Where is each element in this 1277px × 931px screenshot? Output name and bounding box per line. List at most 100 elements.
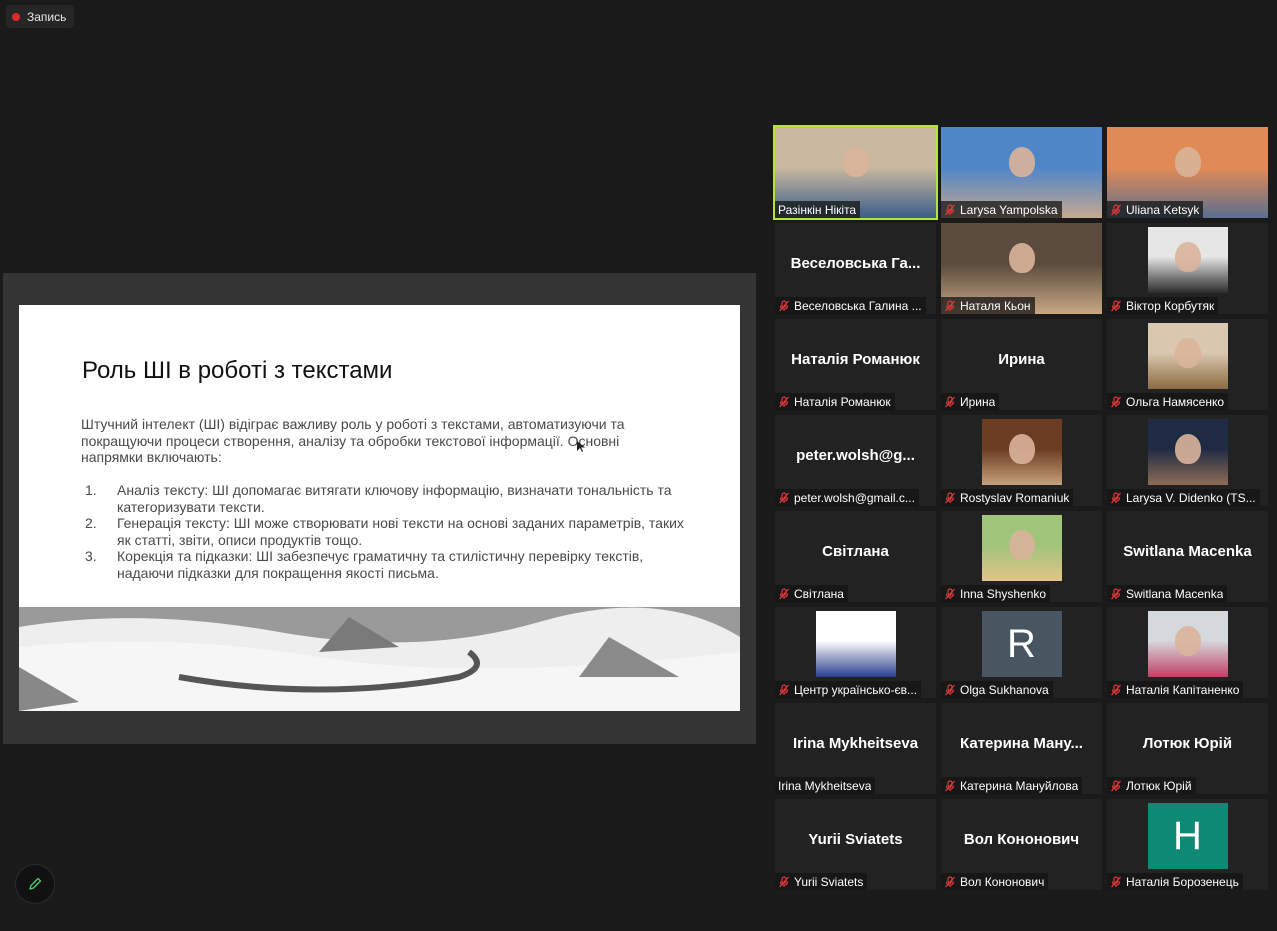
participant-tile[interactable]: Світлана Світлана [775,511,936,602]
participant-name-label: Вол Кононович [941,873,1049,890]
participant-tile[interactable]: Inna Shyshenko [941,511,1102,602]
participant-tile[interactable]: Rostyslav Romaniuk [941,415,1102,506]
participant-display-name: Irina Mykheitseva [792,735,919,752]
participant-tile[interactable]: Uliana Ketsyk [1107,127,1268,218]
participant-tile[interactable]: H Наталія Борозенець [1107,799,1268,890]
presentation-slide: Роль ШІ в роботі з текстами Штучний інте… [19,305,740,711]
mic-off-icon [779,683,789,695]
mic-off-icon [779,299,789,311]
snowy-road-image [19,607,740,711]
participant-tile[interactable]: peter.wolsh@g... peter.wolsh@gmail.c... [775,415,936,506]
participant-tile[interactable]: Наталія Капітаненко [1107,607,1268,698]
list-text: Генерація тексту: ШІ може створювати нов… [117,515,684,548]
participant-name: Вол Кононович [960,874,1045,889]
participant-name-label: Olga Sukhanova [941,681,1053,698]
mic-off-icon [945,203,955,215]
participant-tile[interactable]: Катерина Ману... Катерина Мануйлова [941,703,1102,794]
mic-off-icon [779,587,789,599]
participant-name-label: Yurii Sviatets [775,873,868,890]
participant-name-label: Світлана [775,585,848,602]
participant-tile[interactable]: Вол Кононович Вол Кононович [941,799,1102,890]
participant-name-label: Larysa Yampolska [941,201,1062,218]
participant-tile[interactable]: Разінкін Нікіта [773,125,938,220]
person-silhouette [1008,147,1035,178]
mic-off-icon [1111,875,1121,887]
participant-tile[interactable]: Наталія Романюк Наталія Романюк [775,319,936,410]
slide-intro-text: Штучний інтелект (ШІ) відіграє важливу р… [81,416,625,465]
participant-tile[interactable]: Лотюк Юрій Лотюк Юрій [1107,703,1268,794]
avatar-letter: H [1147,803,1228,869]
participant-tile[interactable]: Центр українсько-єв... [775,607,936,698]
participant-name: Ольга Намясенко [1126,394,1225,409]
participant-name: Веселовська Галина ... [794,298,922,313]
participant-name-label: Віктор Корбутяк [1107,297,1219,314]
slide-list: 1. Аналіз тексту: ШІ допомагає витягати … [85,482,685,581]
participant-display-name: peter.wolsh@g... [796,447,915,464]
participant-tile[interactable]: R Olga Sukhanova [941,607,1102,698]
mic-off-icon [945,779,955,791]
mic-off-icon [1111,683,1121,695]
participant-name-label: Rostyslav Romaniuk [941,489,1074,506]
pen-icon [29,877,42,890]
participant-video [815,611,896,677]
participant-name: peter.wolsh@gmail.c... [794,490,915,505]
participant-display-name: Вол Кононович [963,831,1080,848]
participant-tile[interactable]: Larysa Yampolska [941,127,1102,218]
person-silhouette [1008,243,1035,274]
participant-tile[interactable]: Ирина Ирина [941,319,1102,410]
mic-off-icon [1111,491,1121,503]
mic-off-icon [1111,395,1121,407]
slide-list-item: 2. Генерація тексту: ШІ може створювати … [85,515,685,548]
list-text: Корекція та підказки: ШІ забезпечує грам… [117,548,644,581]
participant-tile[interactable]: Larysa V. Didenko (TS... [1107,415,1268,506]
participant-tile[interactable]: Switlana Macenka Switlana Macenka [1107,511,1268,602]
participant-tile[interactable]: Ольга Намясенко [1107,319,1268,410]
slide-title: Роль ШІ в роботі з текстами [82,357,393,384]
participant-display-name: Ирина [998,351,1045,368]
participant-name-label: Центр українсько-єв... [775,681,922,698]
annotate-pen-button[interactable] [15,864,55,904]
participant-tile[interactable]: Irina Mykheitseva Irina Mykheitseva [775,703,936,794]
mic-off-icon [779,395,789,407]
participant-name: Віктор Корбутяк [1126,298,1215,313]
participant-name: Larysa Yampolska [960,202,1058,217]
participant-tile[interactable]: Наталя Кьон [941,223,1102,314]
participant-name: Uliana Ketsyk [1126,202,1200,217]
participant-name: Наталія Капітаненко [1126,682,1240,697]
participant-name: Катерина Мануйлова [960,778,1079,793]
participant-name-label: Веселовська Галина ... [775,297,926,314]
participant-name: Наталія Романюк [794,394,891,409]
mic-off-icon [1111,299,1121,311]
participant-display-name: Switlana Macenka [1123,543,1252,560]
mouse-cursor-icon [577,441,585,452]
participant-tile[interactable]: Веселовська Га... Веселовська Галина ... [775,223,936,314]
participant-name-label: Inna Shyshenko [941,585,1051,602]
participant-name: Olga Sukhanova [960,682,1049,697]
participant-tile[interactable]: Yurii Sviatets Yurii Sviatets [775,799,936,890]
participant-name-label: Switlana Macenka [1107,585,1228,602]
participant-tile[interactable]: Віктор Корбутяк [1107,223,1268,314]
participant-name: Наталя Кьон [960,298,1031,313]
participant-display-name: Лотюк Юрій [1142,735,1233,752]
mic-off-icon [945,683,955,695]
slide-list-item: 1. Аналіз тексту: ШІ допомагає витягати … [85,482,685,515]
person-silhouette [1174,337,1201,368]
participant-display-name: Yurii Sviatets [808,831,903,848]
mic-off-icon [945,875,955,887]
mic-off-icon [1111,587,1121,599]
participant-name-label: Лотюк Юрій [1107,777,1196,794]
participant-display-name: Світлана [822,543,889,560]
participant-grid: Разінкін Нікіта Larysa Yampolska Uliana Ke… [773,125,1269,890]
list-number: 3. [85,548,97,564]
list-number: 2. [85,515,97,531]
participant-display-name: Катерина Ману... [960,735,1083,752]
participant-name-label: Катерина Мануйлова [941,777,1083,794]
list-text: Аналіз тексту: ШІ допомагає витягати клю… [117,482,672,515]
mic-off-icon [779,875,789,887]
participant-video [1147,611,1228,677]
participant-name-label: Разінкін Нікіта [775,201,861,218]
recording-indicator[interactable]: Запись [6,5,75,28]
mic-off-icon [945,587,955,599]
participant-name-label: Наталя Кьон [941,297,1035,314]
participant-name-label: Ирина [941,393,1000,410]
